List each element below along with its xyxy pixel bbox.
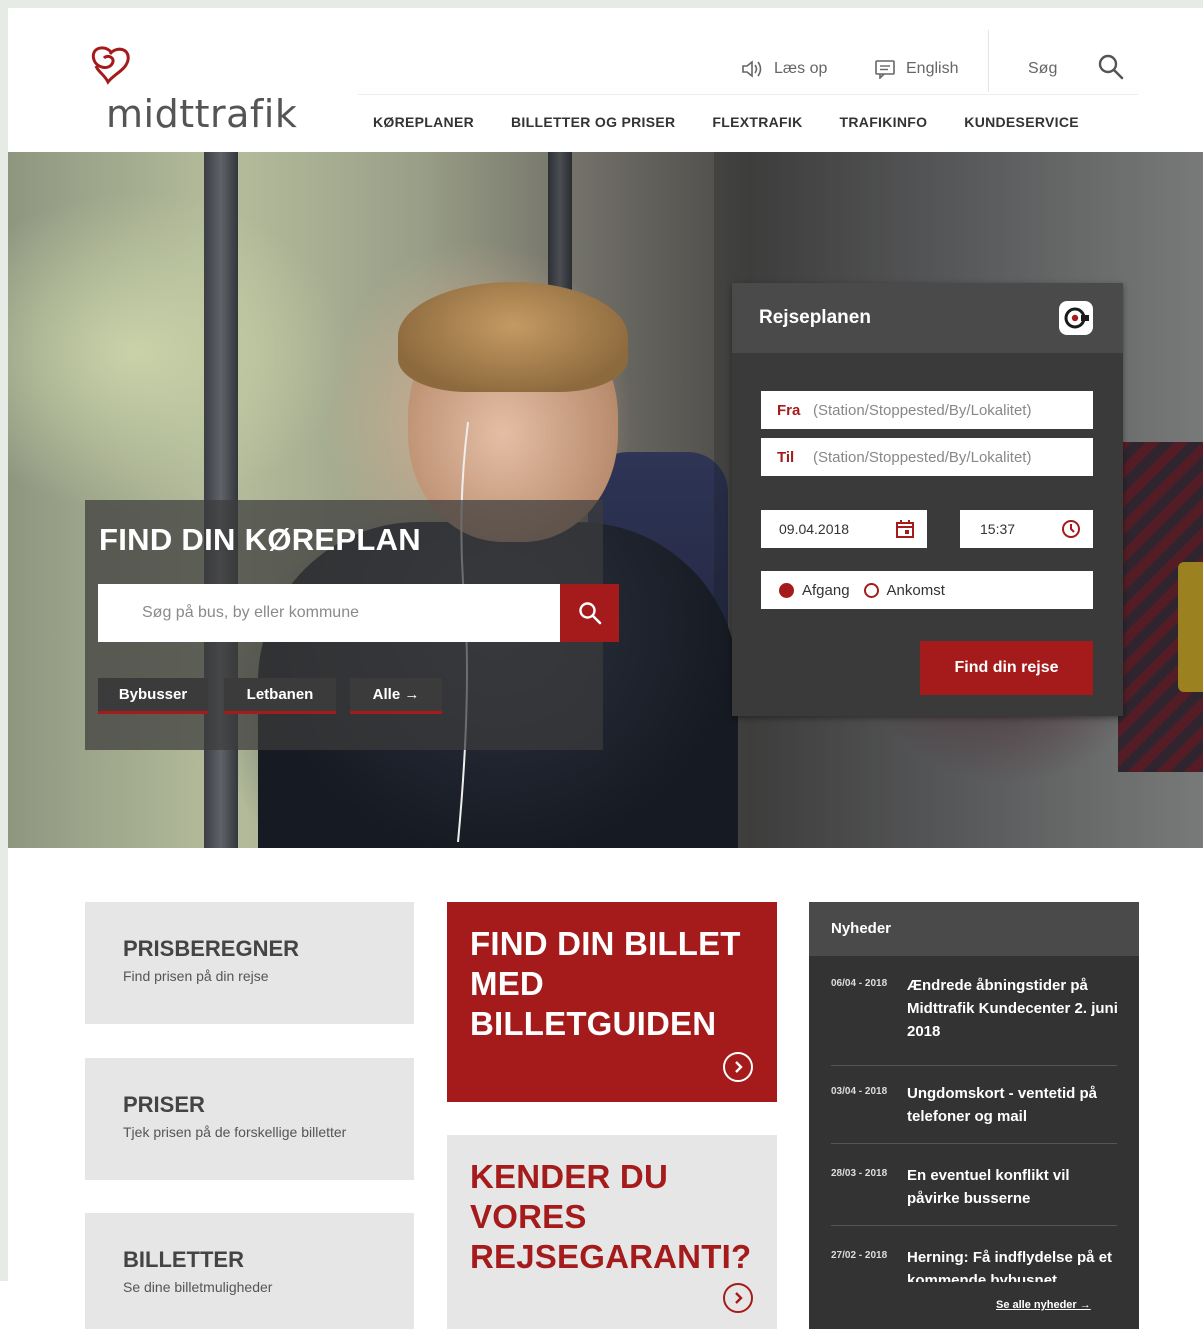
find-koreplan-panel: FIND DIN KØREPLAN Bybusser Letbanen Alle… [85,500,619,750]
find-koreplan-title: FIND DIN KØREPLAN [99,522,421,557]
news-date: 28/03 - 2018 [831,1168,888,1179]
news-item[interactable]: 28/03 - 2018 En eventuel konflikt vil på… [831,1164,1117,1226]
time-field[interactable]: 15:37 [960,510,1093,548]
card-title: PRISER [123,1092,205,1117]
english-label: English [906,60,959,77]
departure-arrival-toggle: Afgang Ankomst [761,571,1093,609]
news-header: Nyheder [809,902,1139,956]
promo-line: REJSEGARANTI? [470,1238,752,1275]
english-link[interactable]: English [874,54,958,84]
search-icon [578,602,601,625]
promo-title: KENDER DU VORES REJSEGARANTI? [470,1157,751,1277]
from-field[interactable]: Fra (Station/Stoppested/By/Lokalitet) [761,391,1093,429]
rejseplanen-panel: Rejseplanen Fra (Station/Stoppested/By/L… [732,283,1123,716]
clock-icon[interactable] [1061,519,1081,539]
calendar-icon[interactable] [895,519,915,539]
news-text: Herning: Få indflydelse på et kommende b… [907,1249,1113,1282]
news-title: Nyheder [831,920,892,937]
tag-letbanen[interactable]: Letbanen [224,678,336,714]
news-date: 03/04 - 2018 [831,1086,888,1097]
see-all-news-link[interactable]: Se alle nyheder → [996,1299,1091,1311]
promo-line: KENDER DU [470,1158,668,1195]
tag-alle[interactable]: Alle → [350,678,442,714]
find-journey-button[interactable]: Find din rejse [920,641,1093,695]
logo-text: midttrafik [106,92,298,136]
rejseplanen-title: Rejseplanen [759,307,871,328]
date-field[interactable]: 09.04.2018 [761,510,927,548]
card-prisberegner[interactable]: PRISBEREGNER Find prisen på din rejse [85,902,414,1024]
departure-label[interactable]: Afgang [802,582,850,599]
koreplan-search-button[interactable] [560,584,619,642]
from-label: Fra [777,401,801,419]
arrival-label[interactable]: Ankomst [887,582,945,599]
promo-line: BILLETGUIDEN [470,1005,717,1042]
radio-departure[interactable] [779,582,794,598]
read-aloud-link[interactable]: Læs op [740,54,827,84]
news-panel: Nyheder 06/04 - 2018 Ændrede åbningstide… [809,902,1139,1329]
promo-line: MED [470,965,544,1002]
news-text: Ændrede åbningstider på Midttrafik Kunde… [907,977,1118,1040]
to-field[interactable]: Til (Station/Stoppested/By/Lokalitet) [761,438,1093,476]
nav-item-flextrafik[interactable]: FLEXTRAFIK [712,114,802,130]
news-text: En eventuel konflikt vil påvirke bussern… [907,1167,1070,1207]
promo-title: FIND DIN BILLET MED BILLETGUIDEN [470,924,741,1044]
rejseplanen-header: Rejseplanen [732,283,1123,353]
read-aloud-label: Læs op [774,60,828,77]
koreplan-search-input[interactable] [98,584,560,642]
time-value: 15:37 [980,521,1016,537]
card-billetter[interactable]: BILLETTER Se dine billetmuligheder [85,1213,414,1329]
to-placeholder: (Station/Stoppested/By/Lokalitet) [813,448,1032,466]
nav-item-koreplaner[interactable]: KØREPLANER [373,114,474,130]
news-item[interactable]: 03/04 - 2018 Ungdomskort - ventetid på t… [831,1082,1117,1144]
promo-line: FIND DIN BILLET [470,925,741,962]
date-value: 09.04.2018 [779,521,850,537]
chevron-right-icon[interactable] [723,1052,753,1082]
logo-heart-icon [91,46,130,85]
promo-line: VORES [470,1198,587,1235]
chevron-right-icon[interactable] [723,1283,753,1313]
card-title: PRISBEREGNER [123,936,300,961]
rejseplanen-logo-icon [1059,301,1093,335]
news-date: 27/02 - 2018 [831,1250,888,1261]
page: midttrafik Læs op English Søg KØREPLANER… [8,8,1203,1329]
nav-item-billetter[interactable]: BILLETTER OG PRISER [511,114,675,130]
tag-bybusser[interactable]: Bybusser [98,678,208,714]
speaker-icon [742,60,762,78]
search-link[interactable]: Søg [1028,54,1057,84]
speech-bubble-icon [875,60,895,79]
news-date: 06/04 - 2018 [831,978,888,989]
to-label: Til [777,448,795,466]
news-item[interactable]: 06/04 - 2018 Ændrede åbningstider på Mid… [831,974,1118,1066]
card-subtitle: Se dine billetmuligheder [123,1279,273,1295]
card-title: BILLETTER [123,1247,244,1272]
midttrafik-logo[interactable]: midttrafik [86,44,316,144]
nav-item-kundeservice[interactable]: KUNDESERVICE [964,114,1079,130]
promo-billetguiden[interactable]: FIND DIN BILLET MED BILLETGUIDEN [447,902,777,1102]
hero-person-hair [398,282,628,392]
news-text: Ungdomskort - ventetid på telefoner og m… [907,1085,1098,1125]
card-subtitle: Find prisen på din rejse [123,968,269,984]
radio-arrival[interactable] [863,582,879,598]
card-priser[interactable]: PRISER Tjek prisen på de forskellige bil… [85,1058,414,1180]
nav-item-trafikinfo[interactable]: TRAFIKINFO [840,114,928,130]
main-nav: KØREPLANER BILLETTER OG PRISER FLEXTRAFI… [373,114,1079,130]
header-divider [988,30,989,92]
card-subtitle: Tjek prisen på de forskellige billetter [123,1124,347,1140]
from-placeholder: (Station/Stoppested/By/Lokalitet) [813,401,1032,419]
header-rule [358,94,1138,95]
page-edge [0,1281,8,1329]
promo-rejsegaranti[interactable]: KENDER DU VORES REJSEGARANTI? [447,1135,777,1329]
search-label: Søg [1028,60,1058,77]
search-icon[interactable] [1096,52,1126,82]
news-item[interactable]: 27/02 - 2018 Herning: Få indflydelse på … [831,1246,1117,1282]
